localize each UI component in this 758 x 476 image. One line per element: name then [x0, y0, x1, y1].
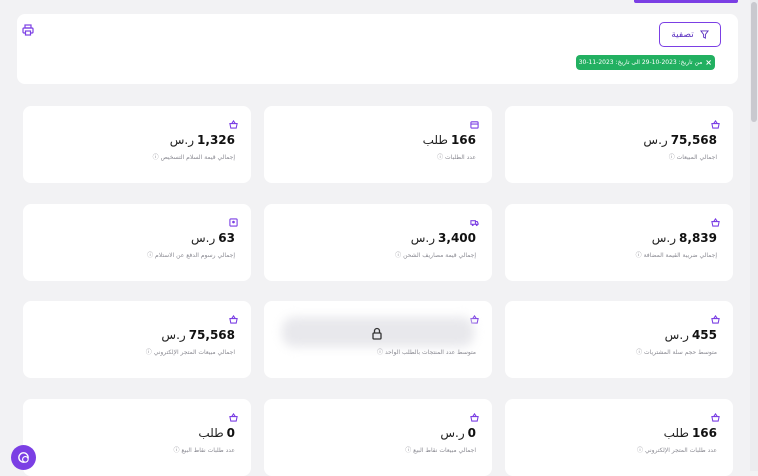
stat-number: 8,839	[679, 231, 717, 245]
basket-icon	[711, 218, 720, 227]
filter-panel: تصفية × من تاريخ: 2023-10-29 الى تاريخ: …	[17, 14, 738, 84]
stat-value: 166طلب	[664, 426, 717, 440]
stat-card: 1,326ر.س إجمالي قيمة السلام التسخيص ⓘ	[23, 106, 251, 183]
calendar-icon	[470, 121, 479, 129]
stat-value: 455ر.س	[665, 328, 717, 342]
filter-button[interactable]: تصفية	[659, 22, 721, 47]
stat-number: 63	[218, 231, 235, 245]
page-scrollbar[interactable]	[750, 0, 758, 471]
lock-icon[interactable]	[371, 327, 383, 340]
stat-value: 75,568ر.س	[161, 328, 235, 342]
active-tab-indicator	[634, 0, 738, 3]
stat-card: 3,400ر.س إجمالي قيمة مصاريف الشحن ⓘ	[264, 204, 492, 281]
stat-number: 75,568	[188, 328, 235, 342]
stat-number: 0	[467, 426, 476, 440]
stat-label: إجمالي قيمة السلام التسخيص ⓘ	[152, 154, 235, 161]
stat-label: اجمالي مبيعات المتجر الإلكتروني ⓘ	[145, 349, 235, 356]
scrollbar-thumb[interactable]	[751, 2, 757, 122]
stat-unit: ر.س	[440, 426, 465, 440]
stat-unit: ر.س	[410, 231, 436, 245]
stat-card: 63ر.س إجمالي رسوم الدفع عن الاستلام ⓘ	[23, 204, 251, 281]
basket-icon	[229, 315, 238, 324]
stat-unit: ر.س	[651, 231, 677, 245]
stat-card: 0طلب عدد طلبات نقاط البيع ⓘ	[23, 399, 251, 476]
filter-button-label: تصفية	[671, 29, 694, 40]
stat-value: 0ر.س	[440, 426, 476, 440]
stat-label: اجمالي مبيعات نقاط البيع ⓘ	[405, 447, 476, 454]
stat-unit: ر.س	[191, 231, 216, 245]
print-icon[interactable]	[22, 24, 34, 36]
stat-value: 8,839ر.س	[652, 231, 717, 245]
stat-card: 455ر.س متوسط حجم سلة المشتريات ⓘ	[505, 301, 733, 378]
stat-unit: ر.س	[643, 133, 668, 147]
stat-unit: طلب	[422, 133, 448, 147]
stat-label: إجمالي رسوم الدفع عن الاستلام ⓘ	[147, 252, 235, 259]
stat-label: عدد طلبات نقاط البيع ⓘ	[173, 447, 236, 454]
stat-label: متوسط حجم سلة المشتريات ⓘ	[636, 349, 717, 356]
basket-icon	[229, 120, 238, 129]
filter-icon	[699, 30, 709, 39]
stat-number: 75,568	[670, 133, 717, 147]
basket-icon	[229, 413, 238, 422]
basket-icon	[711, 120, 720, 129]
stat-number: 0	[226, 426, 235, 440]
stat-value: 0طلب	[198, 426, 235, 440]
date-filter-text: من تاريخ: 2023-10-29 الى تاريخ: 2023-11-…	[578, 59, 703, 66]
stat-unit: ر.س	[161, 328, 186, 342]
stat-value: 3,400ر.س	[411, 231, 476, 245]
stat-label: إجمالي قيمة مصاريف الشحن ⓘ	[395, 252, 476, 259]
stat-card-locked: متوسط عدد المنتجات بالطلب الواحد ⓘ	[264, 301, 492, 378]
stat-value: 166طلب	[423, 133, 476, 147]
stat-label: إجمالي ضريبة القيمة المضافة ⓘ	[635, 252, 717, 259]
stat-card: 166طلب عدد طلبات المتجر الإلكتروني ⓘ	[505, 399, 733, 476]
stat-number: 1,326	[197, 133, 235, 147]
stat-unit: ر.س	[664, 328, 689, 342]
stat-label: متوسط عدد المنتجات بالطلب الواحد ⓘ	[377, 349, 476, 356]
stat-label: عدد طلبات المتجر الإلكتروني ⓘ	[637, 447, 717, 454]
receipt-icon	[229, 218, 238, 227]
chat-icon	[18, 452, 29, 463]
stat-label: اجمالي المبيعات ⓘ	[668, 154, 717, 161]
truck-icon	[470, 220, 479, 227]
stat-number: 3,400	[438, 231, 476, 245]
stat-value: 1,326ر.س	[170, 133, 235, 147]
basket-icon	[470, 413, 479, 422]
stat-card: 75,568ر.س اجمالي المبيعات ⓘ	[505, 106, 733, 183]
stat-card: 166طلب عدد الطلبات ⓘ	[264, 106, 492, 183]
basket-icon	[711, 413, 720, 422]
stat-unit: ر.س	[169, 133, 195, 147]
stat-value: 75,568ر.س	[643, 133, 717, 147]
basket-icon	[711, 315, 720, 324]
stat-unit: طلب	[198, 426, 224, 440]
chip-close-icon[interactable]: ×	[705, 58, 712, 67]
stat-card: 75,568ر.س اجمالي مبيعات المتجر الإلكتروني…	[23, 301, 251, 378]
stat-value: 63ر.س	[191, 231, 235, 245]
stat-card: 8,839ر.س إجمالي ضريبة القيمة المضافة ⓘ	[505, 204, 733, 281]
date-filter-chip: × من تاريخ: 2023-10-29 الى تاريخ: 2023-1…	[576, 55, 715, 70]
stat-number: 166	[691, 426, 717, 440]
stat-label: عدد الطلبات ⓘ	[437, 154, 476, 161]
stat-number: 455	[691, 328, 717, 342]
stat-card: 0ر.س اجمالي مبيعات نقاط البيع ⓘ	[264, 399, 492, 476]
stat-number: 166	[450, 133, 476, 147]
stat-unit: طلب	[663, 426, 689, 440]
chat-button[interactable]	[11, 445, 36, 470]
